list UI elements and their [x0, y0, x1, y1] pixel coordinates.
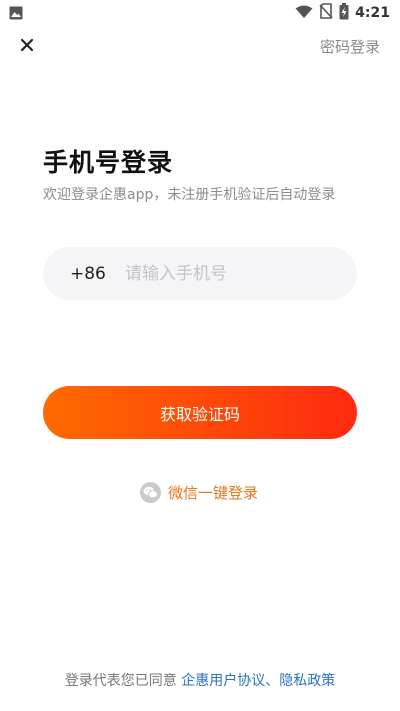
phone-number-input[interactable]	[123, 262, 337, 285]
password-login-link[interactable]: 密码登录	[320, 36, 380, 57]
status-time: 4:21	[355, 5, 390, 21]
phone-input-container[interactable]: +86	[43, 247, 357, 300]
status-bar: 4:21	[0, 0, 400, 26]
page-title: 手机号登录	[43, 148, 174, 177]
privacy-policy-link[interactable]: 隐私政策	[279, 673, 335, 689]
wechat-login-label: 微信一键登录	[168, 484, 259, 502]
wechat-login-button[interactable]: 微信一键登录	[140, 482, 258, 503]
battery-charging-icon	[339, 2, 349, 24]
image-icon	[9, 5, 23, 24]
country-code-selector[interactable]: +86	[70, 264, 120, 284]
wechat-icon	[140, 482, 161, 503]
get-verification-code-button[interactable]: 获取验证码	[43, 386, 357, 439]
user-agreement-link[interactable]: 企惠用户协议	[181, 673, 265, 689]
close-icon	[20, 38, 34, 52]
agreement-separator: 、	[265, 673, 280, 689]
status-icons: 4:21	[295, 2, 390, 24]
agreement-text: 登录代表您已同意 企惠用户协议、隐私政策	[0, 670, 400, 690]
close-button[interactable]	[16, 34, 38, 56]
no-sim-icon	[319, 3, 333, 23]
agreement-prefix: 登录代表您已同意	[64, 673, 182, 689]
login-screen: 4:21 密码登录 手机号登录 欢迎登录企惠app，未注册手机验证后自动登录 +…	[0, 0, 400, 711]
page-subtitle: 欢迎登录企惠app，未注册手机验证后自动登录	[43, 187, 336, 203]
wifi-icon	[295, 4, 313, 23]
